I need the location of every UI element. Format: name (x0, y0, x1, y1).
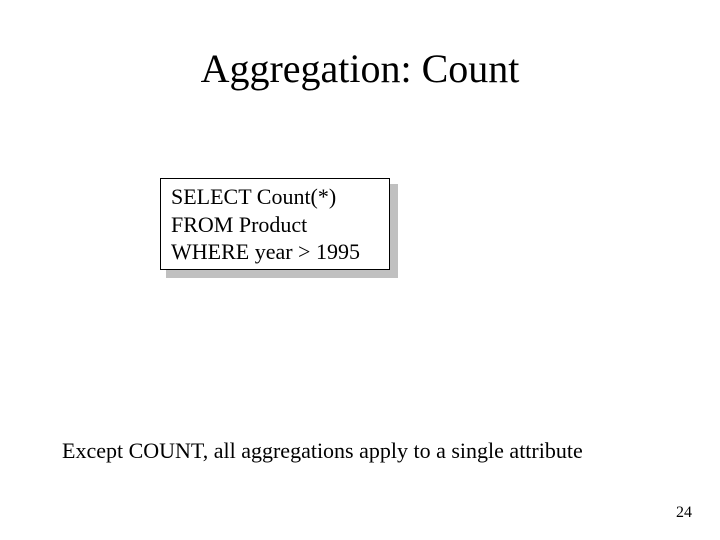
slide-note: Except COUNT, all aggregations apply to … (62, 438, 583, 464)
keyword-where: WHERE (171, 239, 249, 264)
code-line-2: FROM Product (171, 211, 379, 239)
sql-code-block: SELECT Count(*) FROM Product WHERE year … (160, 178, 390, 270)
code-text: Product (233, 212, 307, 237)
code-box: SELECT Count(*) FROM Product WHERE year … (160, 178, 390, 270)
code-text: year > 1995 (249, 239, 360, 264)
keyword-select: SELECT (171, 184, 251, 209)
page-number: 24 (676, 504, 692, 522)
code-line-3: WHERE year > 1995 (171, 238, 379, 266)
keyword-from: FROM (171, 212, 233, 237)
slide: Aggregation: Count SELECT Count(*) FROM … (0, 0, 720, 540)
page-title: Aggregation: Count (0, 45, 720, 92)
code-text: Count(*) (251, 184, 336, 209)
code-line-1: SELECT Count(*) (171, 183, 379, 211)
